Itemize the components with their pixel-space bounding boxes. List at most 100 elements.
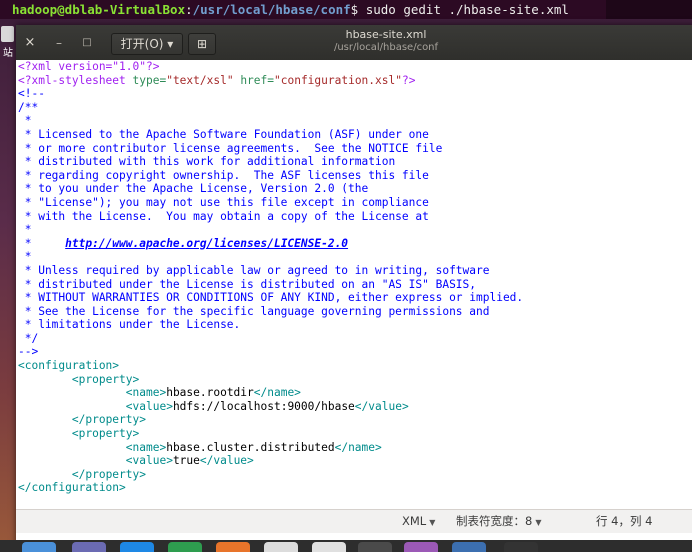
code-token: </property> bbox=[71, 413, 146, 427]
code-line: * WITHOUT WARRANTIES OR CONDITIONS OF AN… bbox=[18, 291, 692, 305]
code-line: <name>hbase.rootdir</name> bbox=[18, 386, 692, 400]
license-link[interactable]: http://www.apache.org/licenses/LICENSE-2… bbox=[65, 237, 348, 250]
tab-width-selector[interactable]: 制表符宽度：8 ▼ bbox=[456, 510, 541, 534]
code-token: * Unless required by applicable law or a… bbox=[18, 263, 490, 277]
app-icon-8[interactable] bbox=[358, 542, 392, 552]
terminal-command: sudo gedit ./hbase-site.xml bbox=[358, 2, 569, 17]
code-token: ?> bbox=[401, 73, 416, 87]
code-line: * limitations under the License. bbox=[18, 318, 692, 332]
code-token: * bbox=[18, 114, 32, 128]
code-token: hbase.cluster.distributed bbox=[166, 440, 335, 454]
close-icon[interactable]: × bbox=[22, 33, 38, 53]
code-line: * bbox=[18, 223, 692, 237]
code-token: * See the License for the specific langu… bbox=[18, 304, 490, 318]
maximize-icon[interactable]: □ bbox=[80, 33, 94, 53]
terminal-separator: : bbox=[185, 2, 193, 17]
code-token: hbase.rootdir bbox=[166, 386, 254, 400]
tab-width-label: 制表符宽度：8 bbox=[456, 514, 533, 528]
code-token: */ bbox=[18, 331, 39, 345]
code-token: --> bbox=[18, 345, 39, 359]
code-line: </configuration> bbox=[18, 481, 692, 495]
code-token: <name> bbox=[125, 386, 167, 400]
app-icon-3[interactable] bbox=[120, 542, 154, 552]
new-document-icon[interactable]: ⊞ bbox=[188, 33, 216, 55]
code-line: * Unless required by applicable law or a… bbox=[18, 264, 692, 278]
language-label: XML bbox=[402, 514, 427, 528]
code-line: * distributed with this work for additio… bbox=[18, 155, 692, 169]
code-line: <?xml version="1.0"?> bbox=[18, 60, 692, 74]
window-headerbar[interactable]: × – □ 打开(O) ▾ ⊞ hbase-site.xml /usr/loca… bbox=[16, 25, 692, 60]
code-token: * to you under the Apache License, Versi… bbox=[18, 182, 369, 196]
chevron-down-icon: ▼ bbox=[429, 518, 436, 527]
app-icon-2[interactable] bbox=[72, 542, 106, 552]
code-token: <?xml version="1.0"?> bbox=[18, 60, 160, 73]
code-line: * distributed under the License is distr… bbox=[18, 278, 692, 292]
code-token: * distributed with this work for additio… bbox=[18, 155, 396, 169]
code-line: <value>true</value> bbox=[18, 454, 692, 468]
code-token: </name> bbox=[253, 386, 301, 400]
code-line: /** bbox=[18, 101, 692, 115]
code-line: * with the License. You may obtain a cop… bbox=[18, 210, 692, 224]
code-token: <?xml-stylesheet bbox=[18, 73, 133, 87]
code-token: * bbox=[18, 250, 32, 264]
code-token: * "License"); you may not use this file … bbox=[18, 195, 429, 209]
terminal-command-line[interactable]: hadoop@dblab-VirtualBox:/usr/local/hbase… bbox=[0, 0, 606, 19]
app-icon-4[interactable] bbox=[168, 542, 202, 552]
code-line: </property> bbox=[18, 413, 692, 427]
terminal-path: /usr/local/hbase/conf bbox=[192, 2, 351, 17]
app-icon-9[interactable] bbox=[404, 542, 438, 552]
code-line: * http://www.apache.org/licenses/LICENSE… bbox=[18, 237, 692, 251]
code-token: <value> bbox=[125, 454, 173, 468]
code-token: * regarding copyright ownership. The ASF… bbox=[18, 168, 429, 182]
code-line: <configuration> bbox=[18, 359, 692, 373]
app-icon-5[interactable] bbox=[216, 542, 250, 552]
language-selector[interactable]: XML ▼ bbox=[402, 510, 435, 534]
code-line: * bbox=[18, 250, 692, 264]
window-subtitle: /usr/local/hbase/conf bbox=[333, 42, 439, 53]
app-icon-6[interactable] bbox=[264, 542, 298, 552]
app-icon-1[interactable] bbox=[22, 542, 56, 552]
code-token: * Licensed to the Apache Software Founda… bbox=[18, 127, 429, 141]
gedit-window: × – □ 打开(O) ▾ ⊞ hbase-site.xml /usr/loca… bbox=[16, 25, 692, 545]
desktop-side-label: 站 bbox=[3, 48, 13, 59]
code-token: </configuration> bbox=[18, 481, 126, 495]
desktop-file-icon[interactable] bbox=[1, 26, 14, 42]
code-view[interactable]: <?xml version="1.0"?> <?xml-stylesheet ty… bbox=[16, 60, 692, 495]
window-title-block: hbase-site.xml /usr/local/hbase/conf bbox=[306, 28, 466, 54]
code-line: <value>hdfs://localhost:9000/hbase</valu… bbox=[18, 400, 692, 414]
code-token: <value> bbox=[125, 399, 173, 413]
open-button[interactable]: 打开(O) ▾ bbox=[111, 33, 183, 55]
cursor-position[interactable]: 行 4，列 4 bbox=[596, 510, 652, 532]
code-line: <?xml-stylesheet type="text/xsl" href="c… bbox=[18, 74, 692, 88]
code-token: "configuration.xsl" bbox=[274, 73, 402, 87]
app-icon-10[interactable] bbox=[452, 542, 486, 552]
terminal-background-strip bbox=[606, 0, 692, 19]
code-token: </name> bbox=[334, 440, 382, 454]
code-token: </value> bbox=[199, 454, 254, 468]
code-token: <property> bbox=[71, 372, 140, 386]
text-editor-area[interactable]: <?xml version="1.0"?> <?xml-stylesheet ty… bbox=[16, 60, 692, 522]
app-icon-11[interactable] bbox=[504, 542, 538, 552]
minimize-icon[interactable]: – bbox=[52, 33, 66, 53]
code-token: * WITHOUT WARRANTIES OR CONDITIONS OF AN… bbox=[18, 291, 524, 305]
code-line: * "License"); you may not use this file … bbox=[18, 196, 692, 210]
code-token: <configuration> bbox=[18, 359, 120, 373]
app-icon-7[interactable] bbox=[312, 542, 346, 552]
code-line: * See the License for the specific langu… bbox=[18, 305, 692, 319]
code-token: <!-- bbox=[18, 87, 45, 101]
code-token: </property> bbox=[71, 467, 146, 481]
code-line: * bbox=[18, 114, 692, 128]
code-line: <property> bbox=[18, 427, 692, 441]
code-token: </value> bbox=[354, 399, 409, 413]
code-line: */ bbox=[18, 332, 692, 346]
code-line: </property> bbox=[18, 468, 692, 482]
code-token: * distributed under the License is distr… bbox=[18, 277, 477, 291]
code-token: * bbox=[18, 236, 66, 250]
code-line: --> bbox=[18, 345, 692, 359]
